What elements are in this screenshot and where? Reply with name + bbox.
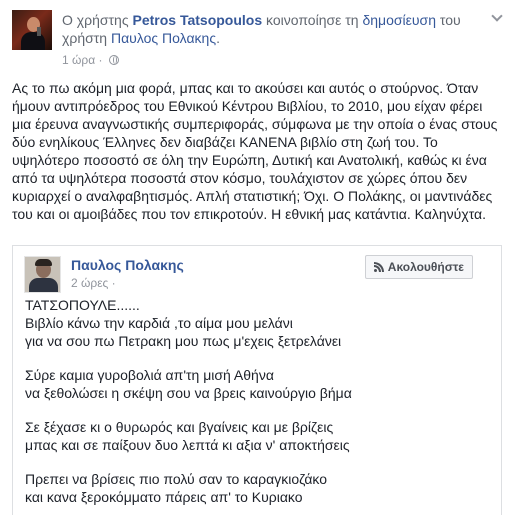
sharer-avatar[interactable]	[12, 10, 52, 50]
poem-line: για να σου πω Πετρακη μου πως μ'εχεις ξε…	[25, 333, 342, 349]
shared-original-post: Παυλος Πολακης 2 ώρες · Ακολουθήστε ΤΑΤΣ…	[12, 245, 502, 515]
poem-line: Βιβλίο κάνω την καρδιά ,το αίμα μου μελά…	[25, 315, 293, 331]
attribution-middle: κοινοποίησε τη	[262, 12, 363, 28]
follow-button[interactable]: Ακολουθήστε	[364, 255, 473, 279]
poem-stanza: Σε ξέχασε κι ο θυρωρός και βγαίνεις και …	[25, 418, 491, 454]
sharer-name-link[interactable]: Petros Tatsopoulos	[132, 12, 262, 28]
share-attribution: Ο χρήστης Petros Tatsopoulos κοινοποίησε…	[62, 11, 492, 47]
poem-stanza: Πρεπει να βρίσεις πιο πολύ σαν το καραγκ…	[25, 470, 491, 506]
attribution-prefix: Ο χρήστης	[62, 12, 133, 28]
poem-line: και κανα ξεροκόμματο πάρεις απ' το Κυρια…	[25, 489, 303, 505]
chevron-down-icon[interactable]	[491, 10, 503, 22]
shared-timestamp[interactable]: 2 ώρες ·	[71, 276, 116, 290]
post-time-row: 1 ώρα ·	[62, 53, 119, 67]
shared-author-name[interactable]: Παυλος Πολακης	[71, 256, 184, 274]
author-avatar[interactable]	[24, 256, 61, 293]
shared-post-text: ΤΑΤΣΟΠΟΥΛΕ...... Βιβλίο κάνω την καρδιά …	[25, 296, 491, 515]
rss-icon	[373, 262, 384, 272]
poem-line: μπας και σε παίξουν δυο λεπτά κι αξια ν'…	[25, 437, 350, 453]
poem-line: να ξεθολώσει η σκέψη σου να βρεις καινού…	[25, 385, 352, 401]
poem-line: Πρεπει να βρίσεις πιο πολύ σαν το καραγκ…	[25, 471, 328, 487]
post-body-text: Ας το πω ακόμη μια φορά, μπας και το ακο…	[12, 80, 498, 222]
follow-label: Ακολουθήστε	[387, 260, 464, 274]
poem-line: Σε ξέχασε κι ο θυρωρός και βγαίνεις και …	[25, 419, 334, 435]
poem-stanza: Σύρε καμια γυροβολιά απ'τη μισή Αθήνα να…	[25, 366, 491, 402]
post-timestamp[interactable]: 1 ώρα ·	[62, 53, 102, 67]
author-name-link[interactable]: Παυλος Πολακης	[111, 30, 216, 46]
poem-stanza: ΤΑΤΣΟΠΟΥΛΕ...... Βιβλίο κάνω την καρδιά …	[25, 296, 491, 350]
globe-icon[interactable]	[108, 55, 119, 65]
poem-line: ΤΑΤΣΟΠΟΥΛΕ......	[25, 297, 140, 313]
post-header: Ο χρήστης Petros Tatsopoulos κοινοποίησε…	[12, 10, 492, 67]
post-link[interactable]: δημοσίευση	[362, 12, 436, 28]
attribution-suffix: .	[216, 30, 220, 46]
poem-line: Σύρε καμια γυροβολιά απ'τη μισή Αθήνα	[25, 367, 274, 383]
shared-post-card: Ο χρήστης Petros Tatsopoulos κοινοποίησε…	[0, 0, 511, 515]
